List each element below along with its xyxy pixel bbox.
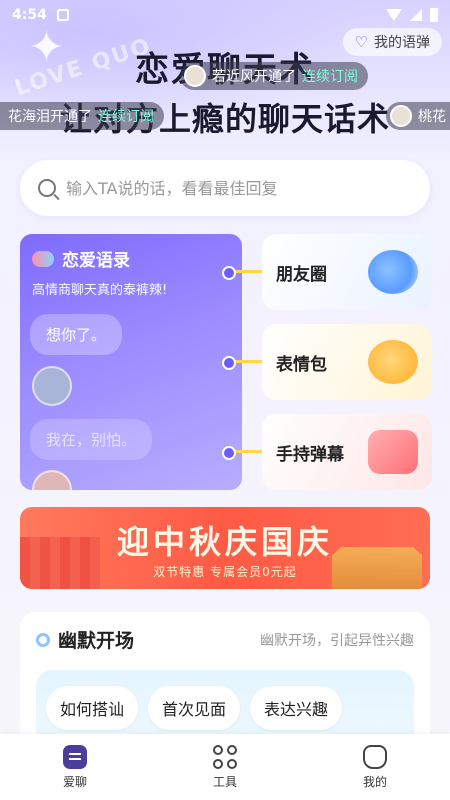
tab-label: 我的 — [362, 774, 387, 789]
connector — [222, 356, 266, 370]
tool-label: 表情包 — [276, 354, 327, 375]
profile-icon — [363, 744, 387, 769]
tab-label: 工具 — [212, 774, 237, 789]
tool-danmu[interactable]: 手持弹幕 — [262, 414, 432, 490]
ring-icon — [36, 632, 50, 647]
tab-me[interactable]: 我的 — [330, 744, 420, 790]
subscription-ticker: 若近风开通了 连续订阅 — [180, 62, 368, 90]
avatar — [390, 105, 412, 127]
search-bar[interactable] — [20, 160, 430, 216]
chip-how-to-approach[interactable]: 如何搭讪 — [46, 686, 139, 730]
bottom-tab-bar: 爱聊 工具 我的 — [0, 734, 450, 800]
search-input[interactable] — [66, 178, 412, 198]
ticker-text: 若近风开通了 — [212, 69, 296, 85]
section-desc: 幽默开场，引起异性兴趣 — [260, 632, 414, 649]
chat-bubble: 想你了。 — [30, 314, 123, 355]
chip-show-interest[interactable]: 表达兴趣 — [250, 686, 343, 730]
subscription-ticker: 花海泪开通了 连续订阅 — [0, 102, 164, 130]
banner-subtitle: 双节特惠 专属会员0元起 — [153, 565, 297, 579]
love-card-title: 恋爱语录 — [62, 251, 130, 271]
search-icon — [38, 179, 56, 197]
connector — [222, 446, 266, 460]
danmu-icon — [368, 430, 418, 474]
tool-label: 朋友圈 — [276, 264, 327, 285]
connector — [222, 266, 266, 280]
tools-icon — [213, 744, 237, 769]
emoji-icon — [368, 340, 418, 384]
avatar — [32, 470, 72, 490]
avatar — [32, 366, 72, 406]
chip-first-meet[interactable]: 首次见面 — [148, 686, 241, 730]
signal-icon — [410, 9, 422, 21]
section-title: 幽默开场 — [58, 630, 135, 652]
tab-label: 爱聊 — [62, 774, 87, 789]
ticker-text: 桃花 — [418, 109, 446, 125]
battery-icon — [430, 8, 438, 22]
tool-emoji[interactable]: 表情包 — [262, 324, 432, 400]
wifi-icon — [386, 9, 402, 21]
notification-icon — [56, 9, 69, 21]
love-card-subtitle: 高情商聊天真的泰裤辣! — [32, 283, 168, 298]
chat-bubble-icon — [32, 250, 54, 267]
promo-banner[interactable]: 迎中秋庆国庆 双节特惠 专属会员0元起 — [20, 507, 430, 589]
status-time: 4:54 — [12, 7, 47, 23]
banner-title: 迎中秋庆国庆 — [116, 523, 333, 561]
ticker-link: 连续订阅 — [98, 109, 154, 125]
ticker-link: 连续订阅 — [302, 69, 358, 85]
tab-tools[interactable]: 工具 — [180, 744, 270, 790]
status-bar: 4:54 — [0, 0, 450, 30]
friend-circle-icon — [368, 250, 418, 294]
love-quotes-card[interactable]: 恋爱语录 高情商聊天真的泰裤辣! 想你了。 我在，别怕。 — [20, 234, 242, 490]
chat-bubble: 我在，别怕。 — [30, 419, 153, 460]
chat-icon — [63, 744, 87, 769]
subscription-ticker: 桃花 — [386, 102, 450, 130]
tool-label: 手持弹幕 — [276, 444, 344, 465]
ticker-text: 花海泪开通了 — [8, 109, 92, 125]
tab-chat[interactable]: 爱聊 — [30, 744, 120, 790]
avatar — [184, 65, 206, 87]
tool-friend-circle[interactable]: 朋友圈 — [262, 234, 432, 310]
